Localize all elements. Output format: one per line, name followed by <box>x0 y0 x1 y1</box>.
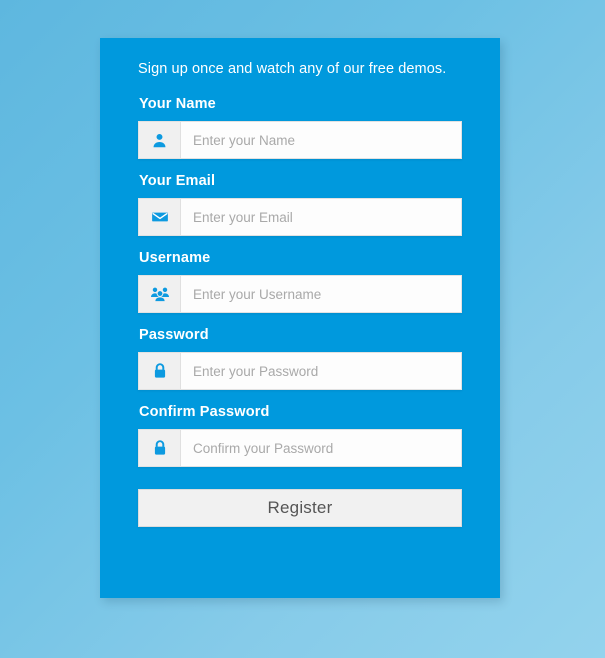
field-group-confirm-password: Confirm Password <box>138 404 462 467</box>
field-label-username: Username <box>139 250 211 266</box>
field-label-confirm-password: Confirm Password <box>139 404 270 420</box>
register-button-wrapper: Register <box>138 489 462 527</box>
signup-card: Sign up once and watch any of our free d… <box>100 38 500 598</box>
field-group-password: Password <box>138 327 462 390</box>
signup-form: Sign up once and watch any of our free d… <box>100 38 500 527</box>
input-row-password[interactable] <box>138 352 462 390</box>
input-row-confirm-password[interactable] <box>138 429 462 467</box>
field-label-name: Your Name <box>139 96 216 112</box>
form-intro-text: Sign up once and watch any of our free d… <box>138 61 447 77</box>
users-icon <box>139 276 181 312</box>
confirm-password-input[interactable] <box>181 430 461 466</box>
field-group-email: Your Email <box>138 173 462 236</box>
user-icon <box>139 122 181 158</box>
field-label-password: Password <box>139 327 209 343</box>
name-input[interactable] <box>181 122 461 158</box>
envelope-icon <box>139 199 181 235</box>
lock-icon <box>139 353 181 389</box>
username-input[interactable] <box>181 276 461 312</box>
input-row-name[interactable] <box>138 121 462 159</box>
register-button[interactable]: Register <box>138 489 462 527</box>
email-input[interactable] <box>181 199 461 235</box>
input-row-email[interactable] <box>138 198 462 236</box>
lock-icon <box>139 430 181 466</box>
field-group-username: Username <box>138 250 462 313</box>
field-label-email: Your Email <box>139 173 216 189</box>
input-row-username[interactable] <box>138 275 462 313</box>
page-background: Sign up once and watch any of our free d… <box>0 0 605 658</box>
field-group-name: Your Name <box>138 96 462 159</box>
password-input[interactable] <box>181 353 461 389</box>
